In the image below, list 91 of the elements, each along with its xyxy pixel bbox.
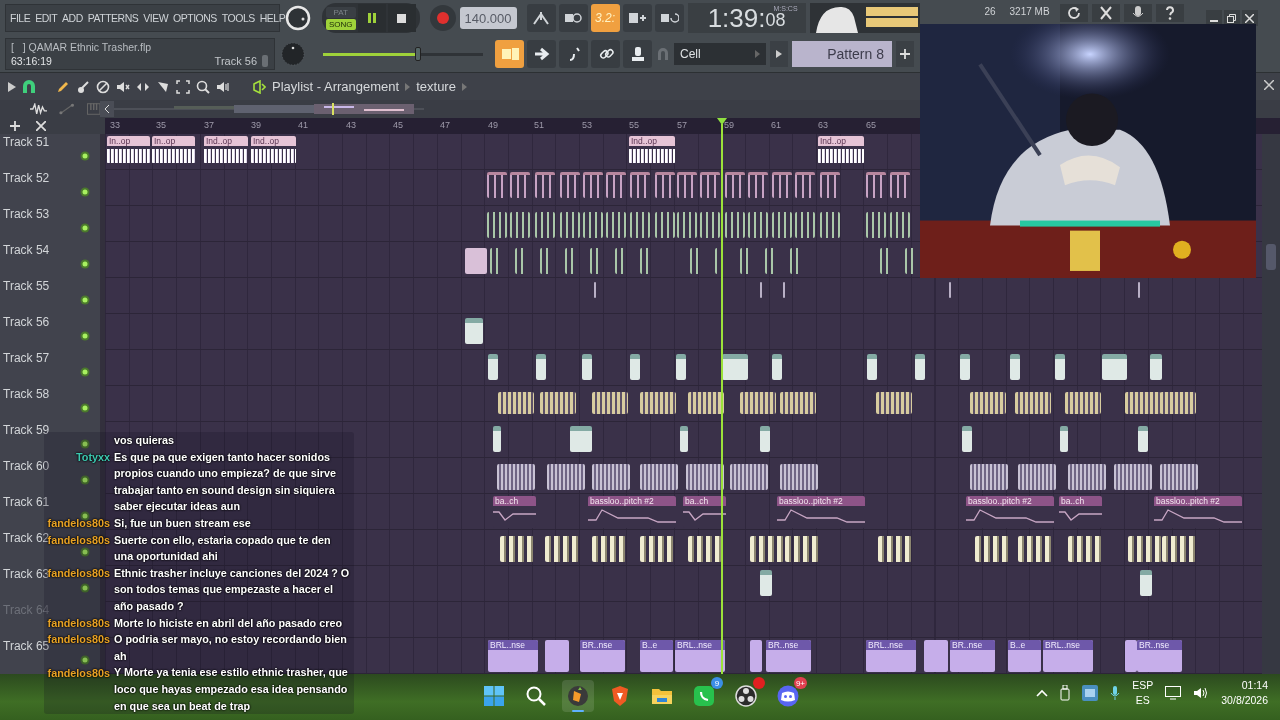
clip-label: ba..ch: [1059, 496, 1102, 506]
clip-label: bassloo..pitch #2: [966, 496, 1054, 506]
clip-label: BRL..nse: [488, 640, 538, 650]
bar-number: 55: [629, 120, 639, 130]
track-name: Track 54: [3, 243, 50, 257]
clip-label: Ind..op: [251, 136, 296, 146]
bar-number: 51: [534, 120, 544, 130]
track-name: Track 51: [3, 135, 50, 149]
bar-number: 61: [771, 120, 781, 130]
clip-label: bassloo..pitch #2: [1154, 496, 1242, 506]
bar-number: 63: [818, 120, 828, 130]
chat-username: fandelos80s: [46, 666, 110, 679]
memory-reading: 3217 MB: [1009, 6, 1050, 17]
clip-label: ba..ch: [683, 496, 726, 506]
song-file-name: [ ] QAMAR Ethnic Trasher.flp: [11, 41, 153, 53]
bar-number: 49: [488, 120, 498, 130]
taskbar-app[interactable]: 9+: [772, 680, 804, 712]
chat-message: vos quieras: [114, 433, 175, 448]
clip-label: BRL..nse: [866, 640, 916, 650]
clip-label: Ind..op: [629, 136, 675, 146]
chat-message: O podria ser mayo, no estoy recordando bien ah: [114, 632, 348, 664]
pattern-name[interactable]: texture: [416, 79, 456, 94]
clip-label: BR..nse: [1137, 640, 1182, 650]
clip-label: In..op: [152, 136, 195, 146]
snap-dropdown[interactable]: Cell: [674, 43, 766, 65]
track-name: Track 58: [3, 387, 50, 401]
chat-message: Suerte con ello, estaria copado que te den una oportunidad ahi: [114, 532, 332, 565]
clip-label: bassloo..pitch #2: [588, 496, 676, 506]
notification-count: 9: [711, 677, 723, 689]
clip-label: ba..ch: [493, 496, 536, 506]
menu-item[interactable]: HELP: [259, 12, 286, 24]
clip-label: BR..nse: [580, 640, 625, 650]
tempo-field[interactable]: 140.000: [459, 7, 517, 29]
track-name: Track 53: [3, 207, 50, 221]
menu-item[interactable]: VIEW: [143, 12, 169, 24]
bar-number: 65: [866, 120, 876, 130]
clip-label: B..e: [640, 640, 673, 650]
track-name: Track 61: [3, 495, 50, 509]
bar-number: 43: [346, 120, 356, 130]
bar-number: 37: [204, 120, 214, 130]
clip-label: B..e: [1008, 640, 1041, 650]
chat-message: Y Morte ya tenia ese estilo ethnic trasher, que loco que hayas empezado esa idea pensando en que sea un beat de trap: [114, 665, 349, 714]
clip-label: BR..nse: [766, 640, 811, 650]
chat-message: Ethnic trasher incluye canciones del 2024 ? O son todos temas que empezaste a hacer el año pasado ?: [114, 565, 351, 614]
menu-item[interactable]: OPTIONS: [173, 12, 217, 24]
playlist-title: Playlist - Arrangement: [272, 79, 400, 94]
date[interactable]: 30/8/2026: [1221, 693, 1268, 708]
menu-item[interactable]: PATTERNS: [87, 12, 139, 24]
bar-number: 41: [298, 120, 308, 130]
keyboard-layout[interactable]: ES: [1135, 693, 1150, 708]
bar-number: 33: [110, 120, 120, 130]
notification-count: 9+: [793, 677, 807, 689]
chat-message: Morte lo hiciste en abril del año pasado creo: [114, 615, 343, 631]
track-name: Track 57: [3, 351, 50, 365]
clock-time: 1:39:: [707, 3, 766, 33]
clip-label: BR..nse: [950, 640, 995, 650]
clip-label: In..op: [107, 136, 150, 146]
clip-label: Ind..op: [204, 136, 248, 146]
song-position: 63:16:19: [11, 55, 53, 67]
clip-label: Ind..op: [818, 136, 864, 146]
menu-item[interactable]: TOOLS: [221, 12, 255, 24]
pattern-selector[interactable]: Pattern 8: [792, 41, 892, 67]
track-name: Track 59: [3, 423, 50, 437]
chat-message: Es que pa que exigen tanto hacer sonidos propios cuando uno empieza? de que sirve trabajar tanto en sound design sin siquiera saber ejecutar ideas aun: [114, 449, 337, 515]
menu-item[interactable]: ADD: [62, 12, 83, 24]
clip-label: BRL..nse: [675, 640, 725, 650]
bar-number: 53: [582, 120, 592, 130]
track-name: Track 52: [3, 171, 50, 185]
menu-item[interactable]: FILE: [10, 12, 31, 24]
track-name: Track 60: [3, 459, 50, 473]
chat-username: Totyxx: [75, 450, 110, 463]
chat-username: fandelos80s: [46, 616, 110, 629]
clip-label: BRL..nse: [1043, 640, 1093, 650]
clock[interactable]: 01:14: [1241, 678, 1268, 693]
hint-text: Track 56: [214, 55, 257, 67]
bar-number: 45: [393, 120, 403, 130]
mode-toggle[interactable]: SONG: [326, 18, 356, 30]
chat-username: fandelos80s: [46, 517, 110, 530]
track-name: Track 55: [3, 279, 50, 293]
cpu-reading: 26: [984, 6, 996, 17]
chat-message: Si, fue un buen stream ese: [114, 515, 252, 531]
bar-number: 35: [156, 120, 166, 130]
clip-label: bassloo..pitch #2: [777, 496, 865, 506]
language-indicator[interactable]: ESP: [1132, 678, 1154, 693]
bar-number: 59: [724, 120, 734, 130]
menu-item[interactable]: EDIT: [35, 12, 58, 24]
bar-number: 47: [440, 120, 450, 130]
bar-number: 39: [251, 120, 261, 130]
chat-username: fandelos80s: [47, 633, 110, 646]
bar-number: 57: [677, 120, 687, 130]
track-name: Track 56: [3, 315, 50, 329]
